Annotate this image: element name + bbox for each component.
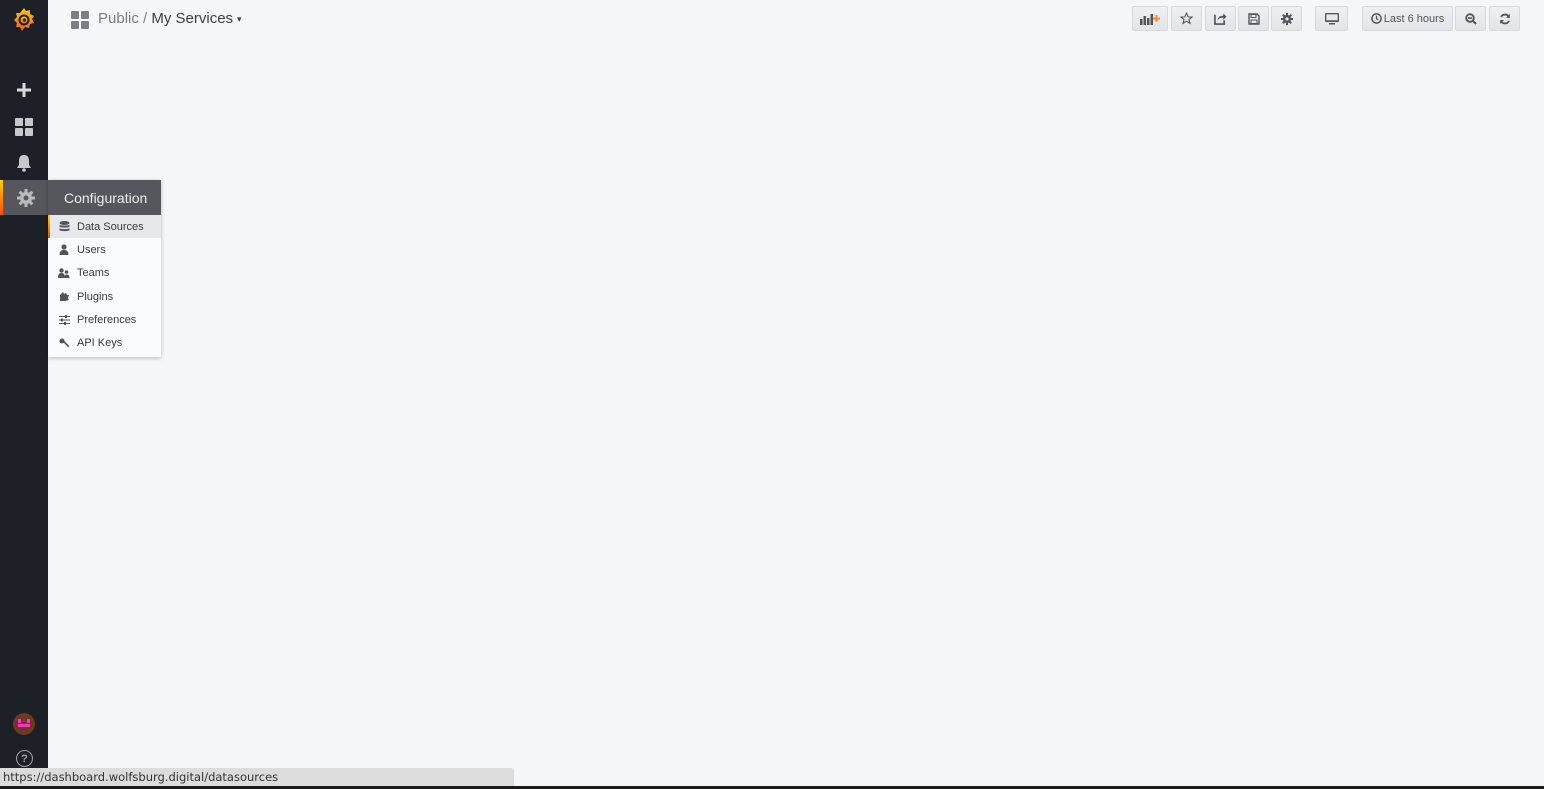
menu-item-teams[interactable]: Teams — [48, 262, 161, 285]
menu-item-label: Preferences — [77, 313, 137, 326]
time-range-picker[interactable]: Last 6 hours — [1362, 6, 1453, 31]
time-range-label: Last 6 hours — [1383, 12, 1445, 25]
add-panel-button[interactable] — [1132, 6, 1168, 31]
add-panel-icon — [1140, 13, 1160, 25]
menu-item-data-sources[interactable]: Data Sources — [48, 215, 161, 239]
help-icon[interactable]: ? — [16, 750, 33, 767]
dashboard-settings-button[interactable] — [1271, 6, 1302, 31]
key-icon — [58, 337, 70, 349]
chevron-down-icon: ▾ — [237, 13, 242, 24]
alerting-bell-icon[interactable] — [0, 145, 48, 181]
help-label: ? — [21, 752, 28, 765]
star-dashboard-button[interactable] — [1171, 6, 1202, 31]
save-icon — [1247, 12, 1260, 25]
dashboard-title: My Services — [151, 10, 234, 27]
menu-item-label: API Keys — [77, 337, 123, 350]
breadcrumb-folder: Public / — [98, 10, 152, 27]
menu-item-users[interactable]: Users — [48, 238, 161, 261]
menu-item-label: Data Sources — [77, 220, 144, 233]
menu-item-api-keys[interactable]: API Keys — [48, 331, 161, 354]
tv-mode-button[interactable] — [1315, 6, 1348, 31]
menu-item-label: Teams — [77, 267, 110, 280]
plug-icon — [58, 291, 70, 303]
monitor-icon — [1324, 12, 1339, 24]
configuration-menu-header[interactable]: Configuration — [48, 180, 161, 215]
configuration-gear-icon[interactable] — [0, 180, 48, 215]
menu-item-preferences[interactable]: Preferences — [48, 308, 161, 331]
side-menu: ? — [0, 0, 48, 789]
grafana-logo-icon[interactable] — [10, 6, 38, 34]
sliders-icon — [58, 314, 70, 326]
menu-item-label: Plugins — [77, 290, 114, 303]
user-avatar[interactable] — [13, 713, 35, 735]
dashboard-breadcrumb[interactable]: Public / My Services ▾ — [98, 10, 242, 27]
gear-icon — [1280, 12, 1293, 25]
refresh-button[interactable] — [1489, 6, 1520, 31]
database-icon — [58, 221, 70, 233]
zoom-out-icon — [1464, 12, 1477, 25]
browser-status-url: https://dashboard.wolfsburg.digital/data… — [0, 768, 514, 786]
share-icon — [1214, 13, 1227, 25]
menu-item-label: Users — [77, 243, 106, 256]
dashboard-grid-icon — [71, 11, 89, 34]
star-icon — [1180, 12, 1193, 25]
save-dashboard-button[interactable] — [1238, 6, 1269, 31]
configuration-menu-list: Data Sources Users Teams Plugins Prefere… — [48, 215, 161, 357]
create-plus-icon[interactable] — [0, 72, 48, 108]
dashboards-grid-icon[interactable] — [0, 109, 48, 145]
refresh-icon — [1499, 13, 1510, 24]
user-icon — [58, 244, 70, 256]
share-dashboard-button[interactable] — [1205, 6, 1236, 31]
menu-item-plugins[interactable]: Plugins — [48, 285, 161, 308]
clock-icon — [1370, 13, 1382, 24]
zoom-out-button[interactable] — [1455, 6, 1486, 31]
users-icon — [58, 267, 70, 279]
configuration-menu: Configuration Data Sources Users Teams P… — [48, 180, 161, 357]
